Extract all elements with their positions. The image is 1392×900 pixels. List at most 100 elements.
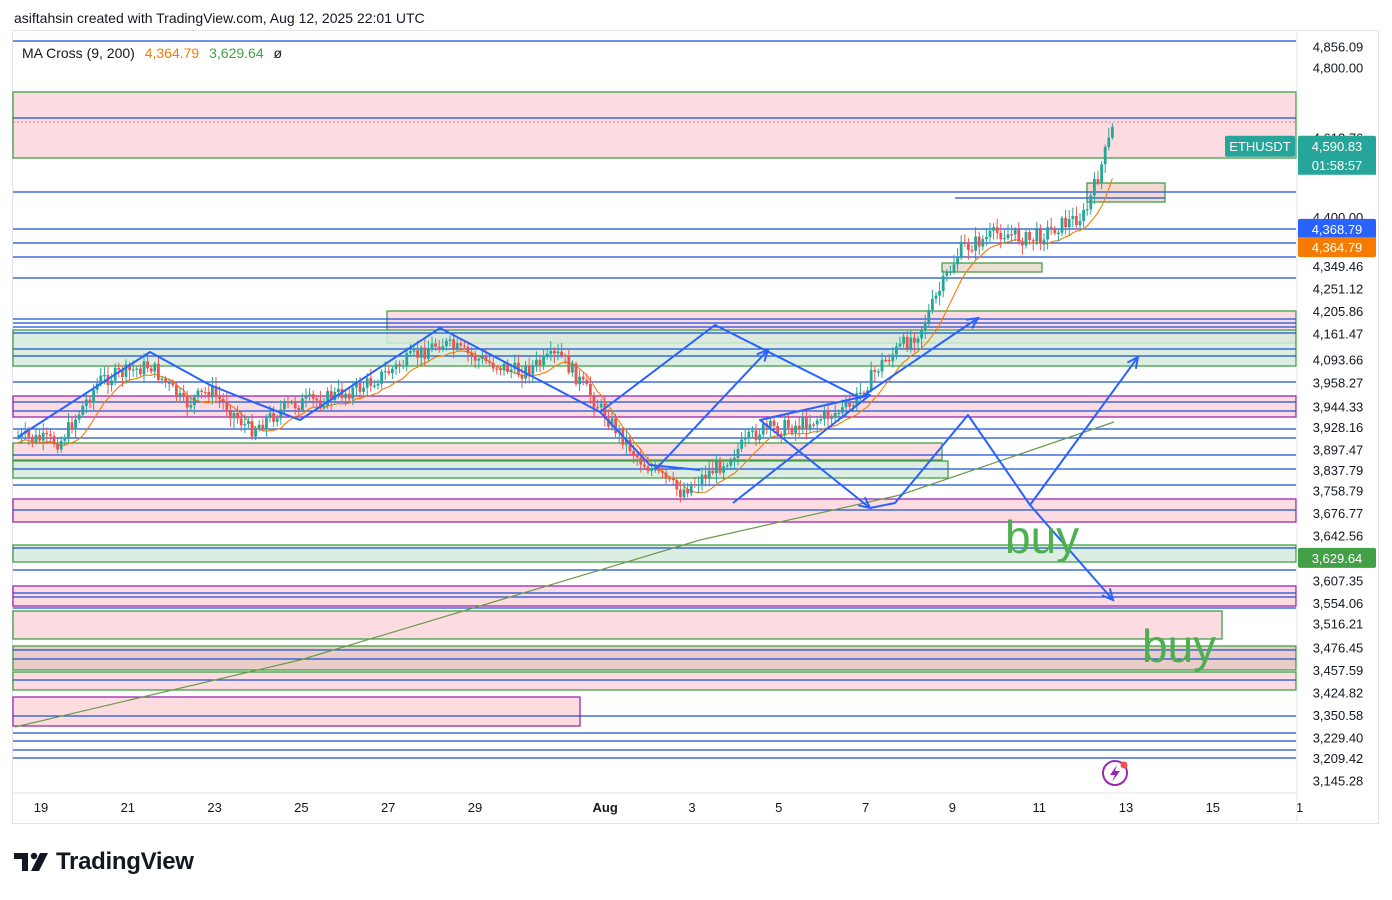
zone-11	[12, 671, 1297, 691]
candle-199	[733, 457, 736, 461]
tradingview-logo-icon	[14, 852, 48, 871]
y-tick-0: 4,856.09	[1313, 39, 1364, 54]
candle-26	[110, 380, 113, 386]
candle-44	[175, 385, 178, 398]
candle-171	[632, 451, 635, 455]
candle-72	[275, 418, 279, 422]
candle-276	[1010, 234, 1013, 236]
candle-263	[963, 241, 967, 244]
candle-82	[311, 394, 315, 399]
candle-24	[103, 375, 106, 377]
candle-281	[1028, 232, 1031, 241]
candle-104	[391, 368, 394, 374]
candle-83	[315, 398, 319, 401]
candle-252	[923, 322, 927, 330]
y-tick-9: 4,093.66	[1313, 352, 1364, 367]
zone-0	[12, 91, 1297, 159]
candle-212	[779, 433, 783, 435]
candle-261	[956, 256, 959, 265]
candle-14	[67, 422, 70, 439]
candle-127	[473, 355, 477, 361]
candle-274	[1003, 238, 1006, 240]
candle-271	[992, 227, 995, 231]
candle-144	[535, 359, 538, 366]
candle-270	[988, 230, 992, 237]
y-tick-16: 3,676.77	[1313, 506, 1364, 521]
candle-45	[178, 393, 182, 398]
candle-145	[538, 359, 542, 365]
candle-143	[531, 365, 535, 375]
candle-92	[347, 393, 351, 399]
zone-3	[12, 395, 1297, 418]
y-tick-7: 4,205.86	[1313, 304, 1364, 319]
candle-112	[419, 347, 423, 358]
candle-202	[743, 437, 747, 440]
candle-183	[675, 480, 679, 490]
candle-128	[477, 358, 481, 361]
candle-231	[848, 402, 851, 407]
candle-3	[27, 431, 31, 437]
candle-75	[286, 401, 290, 404]
price-chart[interactable]: buybuy19 21 23 25 27 29 Aug 3 5 7 9 11 13 15 14,856.09…	[0, 0, 1392, 900]
candle-47	[185, 395, 189, 408]
candle-68	[261, 424, 265, 430]
candle-15	[70, 422, 74, 430]
tradingview-logo[interactable]: TradingView	[14, 848, 194, 876]
candle-203	[747, 431, 751, 438]
candle-150	[556, 351, 560, 354]
candle-300	[1096, 178, 1100, 183]
candle-175	[646, 466, 650, 471]
candle-135	[502, 363, 506, 371]
tradingview-logo-text: TradingView	[56, 848, 194, 875]
candle-146	[542, 355, 545, 365]
candle-159	[589, 383, 592, 397]
indicator-slow-value: 3,629.64	[209, 45, 264, 61]
candle-264	[967, 243, 970, 251]
candle-42	[167, 382, 171, 384]
candle-96	[362, 387, 365, 392]
candle-254	[931, 298, 934, 310]
candle-284	[1039, 229, 1042, 243]
alert-bolt-icon	[1110, 765, 1120, 782]
candle-67	[257, 424, 261, 430]
candle-122	[455, 343, 459, 349]
candle-219	[805, 417, 808, 430]
candle-240	[880, 359, 884, 372]
zone-13	[941, 262, 1043, 273]
candle-99	[373, 385, 376, 387]
candle-210	[772, 420, 776, 426]
candle-41	[164, 378, 167, 383]
candle-181	[668, 478, 671, 480]
candle-296	[1082, 209, 1085, 221]
candle-273	[999, 232, 1003, 240]
indicator-name: MA Cross (9, 200)	[22, 45, 135, 61]
candle-62	[239, 418, 243, 426]
y-tick-13: 3,897.47	[1313, 442, 1364, 457]
indicator-legend[interactable]: MA Cross (9, 200) 4,364.79 3,629.64 ø	[22, 45, 282, 61]
x-tick-7: 3	[688, 800, 695, 815]
candle-237	[869, 369, 873, 391]
candle-188	[693, 484, 697, 486]
candle-78	[297, 407, 301, 410]
candle-196	[722, 466, 725, 473]
indicator-extra: ø	[273, 45, 283, 61]
candle-43	[171, 382, 175, 386]
candle-134	[499, 368, 502, 371]
candle-174	[643, 464, 646, 467]
candle-79	[301, 398, 304, 410]
candle-117	[437, 346, 441, 350]
candle-53	[207, 391, 211, 398]
candle-226	[830, 417, 833, 419]
candle-110	[412, 350, 416, 352]
candle-260	[952, 264, 956, 272]
candle-120	[448, 339, 452, 341]
candle-285	[1042, 239, 1046, 243]
zone-9	[12, 610, 1223, 640]
y-tick-20: 3,516.21	[1313, 616, 1364, 631]
zone-12	[12, 696, 581, 727]
candle-4	[31, 436, 34, 442]
x-tick-2: 23	[207, 800, 221, 815]
candle-147	[545, 353, 549, 356]
candle-245	[898, 343, 902, 347]
candle-36	[146, 361, 149, 369]
